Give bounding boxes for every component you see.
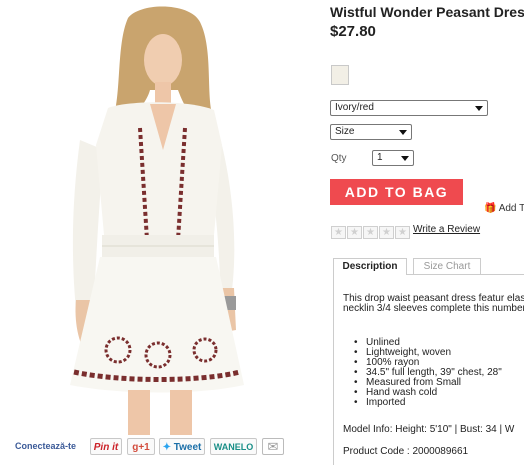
color-swatch[interactable] <box>331 65 349 85</box>
color-select[interactable]: Ivory/red <box>330 100 488 116</box>
product-photo <box>0 0 322 435</box>
gift-label: Add T <box>498 203 524 214</box>
pinit-button[interactable]: Pin it <box>90 438 122 455</box>
tweet-label: Tweet <box>173 442 202 453</box>
add-to-gift-link[interactable]: 🎁 Add T <box>484 203 524 214</box>
rating-stars: ★ ★ ★ ★ ★ <box>331 226 410 239</box>
qty-select[interactable]: 1 <box>372 150 414 166</box>
twitter-bird-icon: ✦ <box>162 442 171 453</box>
google-plus-button[interactable]: g+1 <box>127 438 155 455</box>
wanelo-button[interactable]: WANELO <box>210 438 257 455</box>
gift-icon: 🎁 <box>484 203 497 214</box>
star-icon: ★ <box>331 226 346 239</box>
feature-list: Unlined Lightweight, woven 100% rayon 34… <box>366 338 502 408</box>
email-share-button[interactable]: ✉ <box>262 438 284 455</box>
tab-description[interactable]: Description <box>333 258 407 275</box>
color-select-value: Ivory/red <box>335 102 374 113</box>
qty-label: Qty <box>331 153 347 164</box>
product-tabs: Description Size Chart <box>333 258 524 275</box>
product-title: Wistful Wonder Peasant Dress <box>330 4 524 20</box>
share-label: Conectează-te <box>15 441 77 451</box>
description-text: This drop waist peasant dress featur ela… <box>343 293 524 314</box>
chevron-down-icon <box>399 130 407 135</box>
star-icon: ★ <box>379 226 394 239</box>
star-icon: ★ <box>363 226 378 239</box>
tweet-button[interactable]: ✦ Tweet <box>159 438 205 455</box>
size-select-value: Size <box>335 126 355 137</box>
chevron-down-icon <box>475 106 483 111</box>
write-review-link[interactable]: Write a Review <box>413 224 480 235</box>
envelope-icon: ✉ <box>267 439 279 454</box>
star-icon: ★ <box>347 226 362 239</box>
tab-size-chart[interactable]: Size Chart <box>413 258 481 274</box>
product-price: $27.80 <box>330 23 376 40</box>
model-dress-image <box>70 6 244 435</box>
qty-select-value: 1 <box>377 152 383 163</box>
star-icon: ★ <box>395 226 410 239</box>
size-select[interactable]: Size <box>330 124 412 140</box>
chevron-down-icon <box>401 156 409 161</box>
description-panel: This drop waist peasant dress featur ela… <box>333 274 524 465</box>
list-item: Imported <box>366 398 502 408</box>
model-info: Model Info: Height: 5'10" | Bust: 34 | W <box>343 424 515 435</box>
add-to-bag-button[interactable]: ADD TO BAG <box>330 179 463 205</box>
product-code: Product Code : 2000089661 <box>343 446 469 457</box>
